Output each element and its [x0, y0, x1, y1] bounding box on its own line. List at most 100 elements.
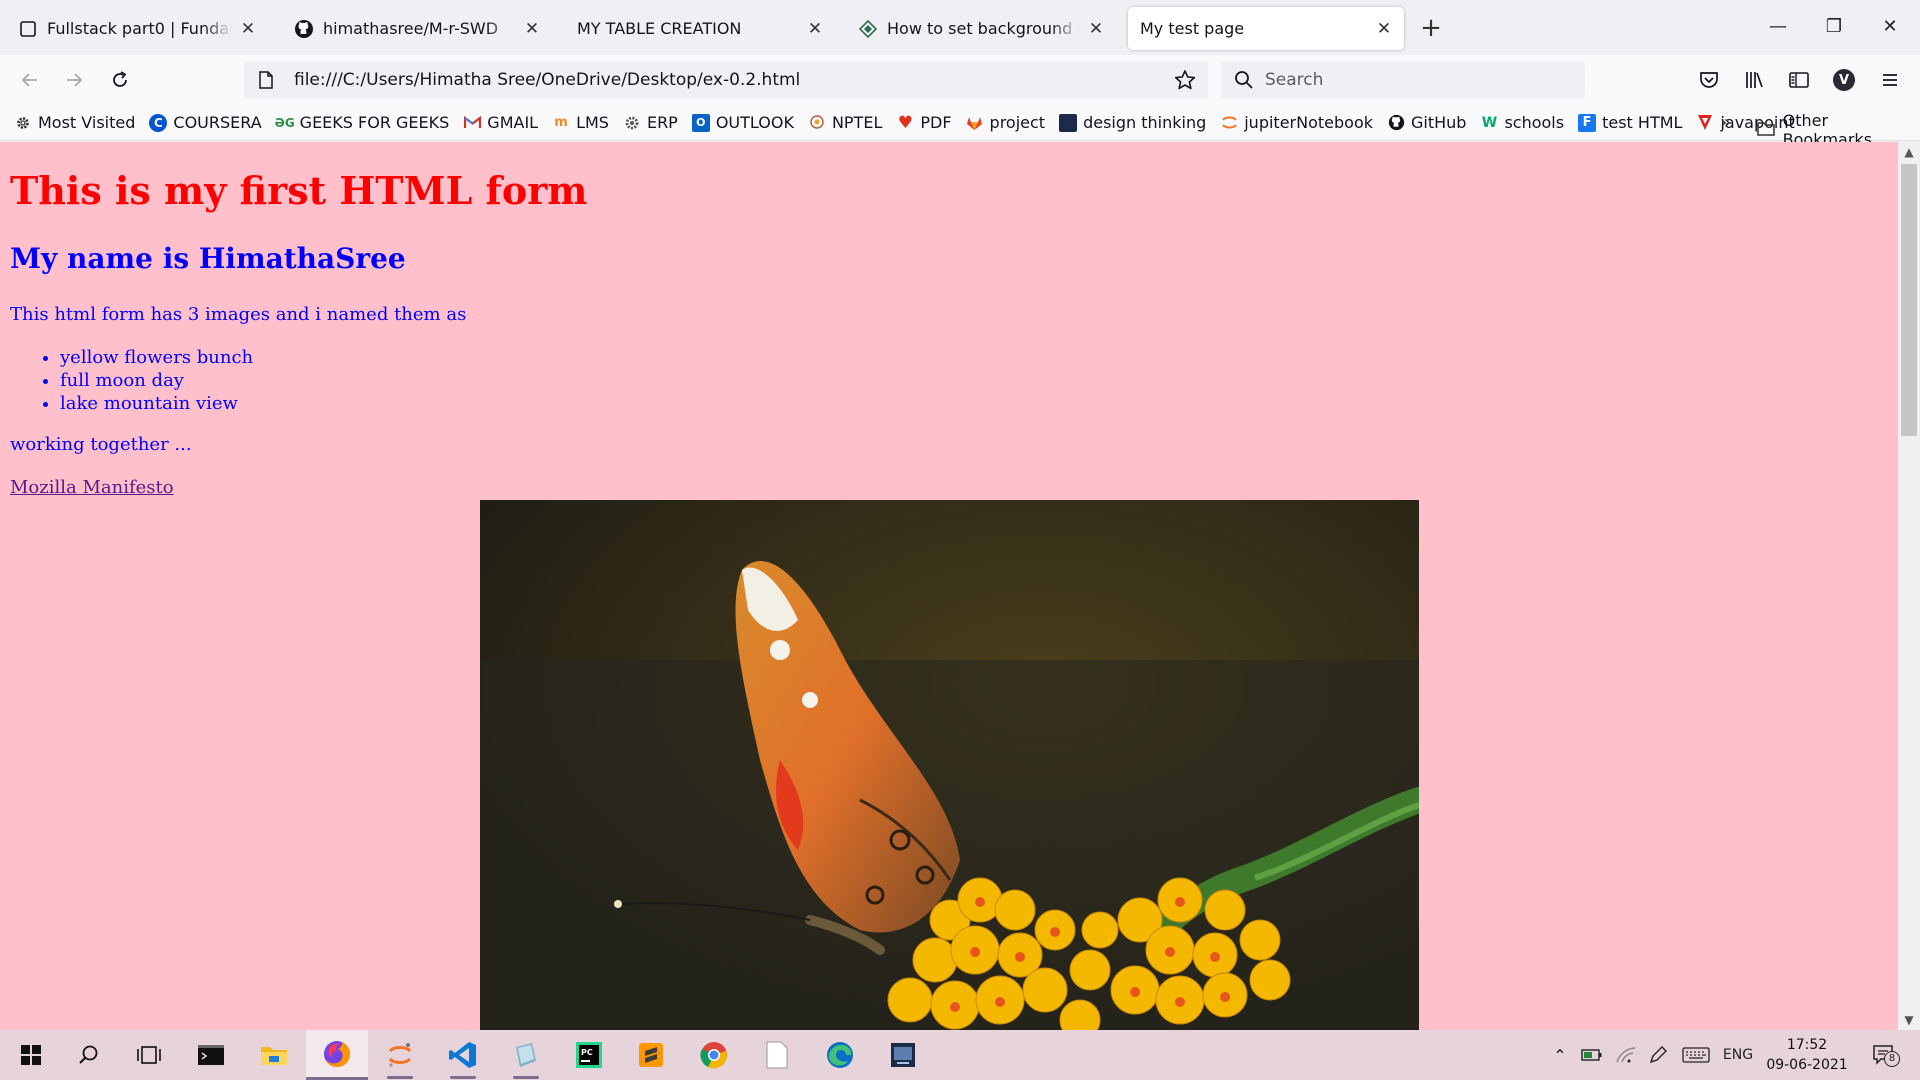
taskbar-blank-document[interactable]	[746, 1030, 808, 1080]
account-button[interactable]: V	[1828, 64, 1860, 96]
arrow-right-icon	[67, 73, 83, 87]
book-icon	[1059, 113, 1078, 132]
tab-table-creation[interactable]: MY TABLE CREATION ✕	[565, 7, 835, 50]
star-icon[interactable]	[1174, 69, 1196, 91]
sidebar-button[interactable]	[1783, 64, 1815, 96]
clock[interactable]: 17:52 09-06-2021	[1766, 1035, 1848, 1075]
taskbar-file-explorer[interactable]	[243, 1030, 305, 1080]
library-icon	[1746, 72, 1763, 88]
taskbar-sublime-text[interactable]	[620, 1030, 682, 1080]
bookmark-geeks-for-geeks[interactable]: ƏG GEEKS FOR GEEKS	[274, 113, 450, 132]
bookmarks-toolbar: Most Visited C COURSERA ƏG GEEKS FOR GEE…	[0, 105, 1920, 149]
lms-icon: m	[554, 115, 568, 130]
list-item: lake mountain view	[60, 392, 253, 415]
close-icon[interactable]: ✕	[238, 19, 258, 39]
chevron-double-right-icon[interactable]: »	[1720, 112, 1731, 133]
battery-icon[interactable]	[1578, 1043, 1606, 1067]
tab-github[interactable]: himathasree/M-r-SWD ✕	[282, 7, 552, 50]
page-scrollbar[interactable]: ▲ ▼	[1898, 142, 1920, 1030]
close-icon[interactable]: ✕	[1374, 19, 1394, 39]
list-item: yellow flowers bunch	[60, 346, 253, 369]
restore-button[interactable]: ❐	[1814, 12, 1854, 42]
bookmark-nptel[interactable]: NPTEL	[808, 113, 882, 132]
scrollbar-thumb[interactable]	[1901, 164, 1917, 436]
close-icon[interactable]: ✕	[1086, 19, 1106, 39]
bookmark-most-visited[interactable]: Most Visited	[14, 113, 135, 132]
tab-title: How to set background color	[887, 19, 1080, 38]
taskbar-pycharm[interactable]: PC	[558, 1030, 620, 1080]
intro-text: This html form has 3 images and i named …	[10, 304, 467, 325]
taskbar-edge[interactable]	[809, 1030, 871, 1080]
minimize-button[interactable]: —	[1758, 12, 1798, 42]
taskbar-notepad-app[interactable]	[495, 1030, 557, 1080]
back-button[interactable]	[14, 64, 46, 96]
reload-icon	[113, 71, 127, 87]
language-indicator[interactable]: ENG	[1718, 1043, 1758, 1067]
address-bar[interactable]: file:///C:/Users/Himatha Sree/OneDrive/D…	[244, 61, 1208, 99]
folder-icon	[261, 1047, 287, 1065]
close-icon[interactable]: ✕	[522, 19, 542, 39]
notification-center-button[interactable]: 8	[1866, 1043, 1902, 1067]
menu-button[interactable]	[1874, 64, 1906, 96]
javatpoint-icon	[1696, 114, 1714, 132]
avatar: V	[1833, 69, 1855, 91]
bookmark-erp[interactable]: ERP	[623, 113, 678, 132]
scroll-up-icon[interactable]: ▲	[1898, 142, 1920, 162]
taskbar-vscode[interactable]	[432, 1030, 494, 1080]
bookmark-schools[interactable]: W schools	[1480, 113, 1564, 132]
tab-title: My test page	[1140, 19, 1245, 38]
bookmark-test-html[interactable]: F test HTML	[1578, 113, 1682, 132]
tab-title: Fullstack part0 | Fundamentals	[47, 19, 232, 38]
library-button[interactable]	[1738, 64, 1770, 96]
github-icon	[294, 19, 314, 39]
url-text[interactable]: file:///C:/Users/Himatha Sree/OneDrive/D…	[294, 70, 800, 90]
pen-icon[interactable]	[1644, 1043, 1672, 1067]
github-icon	[1387, 114, 1405, 132]
notes-app-icon	[516, 1043, 536, 1067]
bookmark-pdf[interactable]: ♥ PDF	[896, 113, 952, 133]
bookmark-design-thinking[interactable]: design thinking	[1059, 113, 1206, 132]
pycharm-icon: PC	[576, 1042, 602, 1068]
tab-fullstack[interactable]: Fullstack part0 | Fundamentals ✕	[6, 7, 268, 50]
search-bar[interactable]	[1221, 61, 1585, 99]
bookmark-gmail[interactable]: GMAIL	[463, 113, 538, 132]
bookmark-jupiter-notebook[interactable]: jupiterNotebook	[1220, 113, 1373, 132]
vscode-icon	[449, 1042, 476, 1068]
chevron-up-icon[interactable]: ⌃	[1548, 1043, 1572, 1067]
taskbar-firefox[interactable]	[306, 1030, 368, 1080]
reload-button[interactable]	[104, 64, 136, 96]
close-icon[interactable]: ✕	[805, 19, 825, 39]
search-input[interactable]	[1265, 70, 1565, 90]
gfg-icon: ƏG	[274, 115, 295, 130]
wifi-icon[interactable]	[1612, 1043, 1640, 1067]
tab-background-color[interactable]: How to set background color ✕	[846, 7, 1116, 50]
tab-bar: Fullstack part0 | Fundamentals ✕ himatha…	[0, 0, 1920, 55]
taskbar-terminal[interactable]	[180, 1030, 242, 1080]
w3schools-icon: W	[1481, 114, 1498, 131]
keyboard-icon[interactable]	[1680, 1043, 1712, 1067]
tab-my-test-page[interactable]: My test page ✕	[1128, 7, 1404, 50]
bookmark-lms[interactable]: m LMS	[552, 113, 609, 132]
scroll-down-icon[interactable]: ▼	[1898, 1010, 1920, 1030]
sidebar-icon	[1789, 72, 1809, 88]
taskbar-jupyter[interactable]	[369, 1030, 431, 1080]
bookmark-github[interactable]: GitHub	[1387, 113, 1466, 132]
image-name-list: yellow flowers bunch full moon day lake …	[60, 346, 253, 415]
jupyter-icon	[388, 1043, 412, 1067]
bookmark-project[interactable]: project	[966, 113, 1045, 132]
bookmark-outlook[interactable]: O OUTLOOK	[691, 113, 794, 132]
forward-button[interactable]	[58, 64, 90, 96]
bookmark-coursera[interactable]: C COURSERA	[149, 113, 262, 132]
start-button[interactable]	[0, 1030, 62, 1080]
close-window-button[interactable]: ✕	[1870, 12, 1910, 42]
chrome-icon	[700, 1042, 727, 1069]
taskbar-media-app[interactable]	[872, 1030, 934, 1080]
mozilla-manifesto-link[interactable]: Mozilla Manifesto	[10, 477, 174, 498]
task-view-button[interactable]	[118, 1030, 180, 1080]
tab-title: MY TABLE CREATION	[577, 19, 742, 38]
search-taskbar-button[interactable]	[58, 1030, 120, 1080]
new-tab-button[interactable]: +	[1416, 14, 1446, 44]
taskbar-chrome[interactable]	[683, 1030, 745, 1080]
pocket-button[interactable]	[1693, 64, 1725, 96]
folder-icon	[1757, 121, 1777, 139]
